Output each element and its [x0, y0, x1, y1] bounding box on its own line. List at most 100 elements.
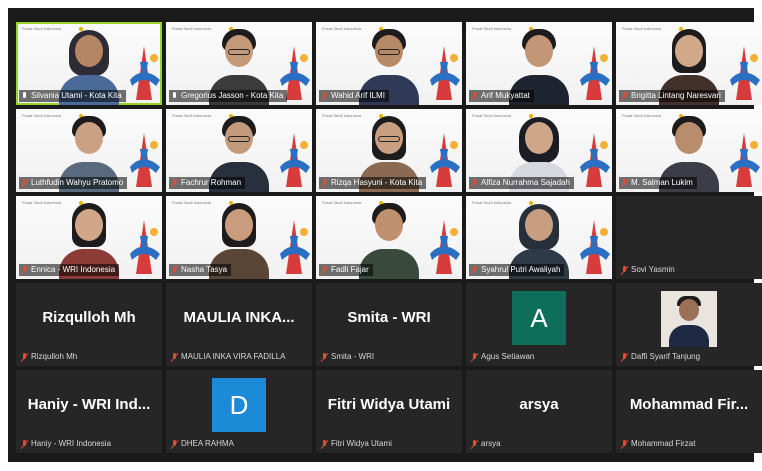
mic-muted-icon [471, 91, 478, 101]
participant-tile-syahrul-putri-awaliyah[interactable]: Pusat Studi Indonesia Syahrul Putri Awali… [466, 196, 612, 279]
video-gallery-window: Pusat Studi Indonesia Silvania Utami - Ko… [8, 8, 762, 462]
participant-name: Agus Setiawan [481, 352, 535, 361]
participant-tile-ennica-wri-indonesia[interactable]: Pusat Studi Indonesia Ennica - WRI Indone… [16, 196, 162, 279]
participant-name-label: Rizqa Hasyuni - Kota Kita [319, 177, 427, 189]
participant-name: Daffi Syarif Tanjung [631, 352, 701, 361]
participant-tile-wahid-arif-ilmi[interactable]: Pusat Studi Indonesia Wahid Arif ILMI [316, 22, 462, 105]
participant-tile-fitri-widya-utami[interactable]: Fitri Widya Utami Fitri Widya Utami [316, 370, 462, 453]
participant-display-name: Rizqulloh Mh [42, 309, 136, 326]
background-illustration [580, 133, 610, 187]
participant-name-label: Brigitta Lintang Naresvari [619, 90, 725, 102]
participant-name-label: Arif Mukyattat [469, 90, 534, 102]
participant-name-label: Wahid Arif ILMI [319, 90, 389, 102]
background-brand-text: Pusat Studi Indonesia [22, 113, 61, 118]
participant-name: M. Salman Lukim [631, 178, 693, 187]
background-illustration [430, 46, 460, 100]
background-brand-text: Pusat Studi Indonesia [172, 200, 211, 205]
participant-tile-rizqa-hasyuni-kota-kita[interactable]: Pusat Studi Indonesia Rizqa Hasyuni - Kot… [316, 109, 462, 192]
mic-muted-icon [621, 178, 628, 188]
participant-tile-brigitta-lintang-naresvari[interactable]: Pusat Studi Indonesia Brigitta Lintang Na… [616, 22, 762, 105]
background-illustration [730, 46, 760, 100]
avatar: D [212, 378, 266, 432]
participant-tile-m-salman-lukim[interactable]: Pusat Studi Indonesia M. Salman Lukim [616, 109, 762, 192]
participant-tile-smita-wri[interactable]: Smita - WRI Smita - WRI [316, 283, 462, 366]
participant-tile-maulia-inka-vira-fadilla[interactable]: MAULIA INKA... MAULIA INKA VIRA FADILLA [166, 283, 312, 366]
participant-tile-fachrur-rohman[interactable]: Pusat Studi Indonesia Fachrur Rohman [166, 109, 312, 192]
participant-name-label: Syahrul Putri Awaliyah [469, 264, 565, 276]
participant-tile-silvania-utami-kota-kita[interactable]: Pusat Studi Indonesia Silvania Utami - Ko… [16, 22, 162, 105]
participant-name: Alfiza Nurrahma Sajadah [481, 178, 570, 187]
participant-name-label: Smita - WRI [319, 351, 378, 363]
participant-tile-rizqulloh-mh[interactable]: Rizqulloh Mh Rizqulloh Mh [16, 283, 162, 366]
participant-display-name: Mohammad Fir... [629, 396, 749, 413]
background-brand-text: Pusat Studi Indonesia [22, 200, 61, 205]
participant-name: Haniy - WRI Indonesia [31, 439, 112, 448]
participant-tile-arif-mukyattat[interactable]: Pusat Studi Indonesia Arif Mukyattat [466, 22, 612, 105]
participant-display-name: Smita - WRI [347, 309, 431, 326]
background-illustration [580, 220, 610, 274]
participant-name: Syahrul Putri Awaliyah [481, 265, 561, 274]
participant-name-label: Fachrur Rohman [169, 177, 246, 189]
participant-name: Brigitta Lintang Naresvari [631, 91, 721, 100]
participant-name-label: Nasha Tasya [169, 264, 232, 276]
participant-name: DHEA RAHMA [181, 439, 234, 448]
mic-muted-icon [21, 352, 28, 362]
participant-name: Fachrur Rohman [181, 178, 242, 187]
participant-tile-sovi-yasmin[interactable]: Sovi Yasmin [616, 196, 762, 279]
background-brand-text: Pusat Studi Indonesia [172, 113, 211, 118]
mic-muted-icon [21, 265, 28, 275]
mic-muted-icon [321, 439, 328, 449]
participant-name-label: Gregorius Jasson - Kota Kita [169, 90, 288, 102]
participant-tile-fadli-fajar[interactable]: Pusat Studi Indonesia Fadli Fajar [316, 196, 462, 279]
participant-name-label: arsya [469, 438, 505, 450]
mic-muted-icon [321, 178, 328, 188]
participant-name: Wahid Arif ILMI [331, 91, 385, 100]
background-brand-text: Pusat Studi Indonesia [472, 200, 511, 205]
avatar [661, 291, 717, 347]
participant-name-label: Alfiza Nurrahma Sajadah [469, 177, 574, 189]
avatar: A [512, 291, 566, 345]
participant-tile-daffi-syarif-tanjung[interactable]: Daffi Syarif Tanjung [616, 283, 762, 366]
mic-muted-icon [621, 265, 628, 275]
background-brand-text: Pusat Studi Indonesia [472, 26, 511, 31]
participant-name-label: Haniy - WRI Indonesia [19, 438, 115, 450]
participant-tile-nasha-tasya[interactable]: Pusat Studi Indonesia Nasha Tasya [166, 196, 312, 279]
mic-muted-icon [21, 178, 28, 188]
participant-name: Nasha Tasya [181, 265, 228, 274]
mic-icon [171, 91, 178, 101]
participant-tile-haniy-wri-indonesia[interactable]: Haniy - WRI Ind... Haniy - WRI Indonesia [16, 370, 162, 453]
mic-muted-icon [171, 352, 178, 362]
participant-tile-agus-setiawan[interactable]: A Agus Setiawan [466, 283, 612, 366]
participant-tile-luthfudin-wahyu-pratomo[interactable]: Pusat Studi Indonesia Luthfudin Wahyu Pra… [16, 109, 162, 192]
mic-muted-icon [321, 352, 328, 362]
participant-tile-dhea-rahma[interactable]: D DHEA RAHMA [166, 370, 312, 453]
participant-tile-mohammad-firzat[interactable]: Mohammad Fir... Mohammad Firzat [616, 370, 762, 453]
background-brand-text: Pusat Studi Indonesia [622, 113, 661, 118]
mic-muted-icon [621, 439, 628, 449]
participant-name: Fadli Fajar [331, 265, 369, 274]
background-illustration [430, 220, 460, 274]
participant-name: Arif Mukyattat [481, 91, 530, 100]
participant-name: Rizqulloh Mh [31, 352, 78, 361]
participant-display-name: Fitri Widya Utami [327, 396, 451, 413]
participant-name: Silvania Utami - Kota Kita [31, 91, 122, 100]
mic-muted-icon [171, 178, 178, 188]
participant-name-label: DHEA RAHMA [169, 438, 238, 450]
background-brand-text: Pusat Studi Indonesia [622, 26, 661, 31]
participant-name: Fitri Widya Utami [331, 439, 392, 448]
participant-tile-arsya[interactable]: arsya arsya [466, 370, 612, 453]
mic-muted-icon [621, 91, 628, 101]
participant-tile-gregorius-jasson-kota-kita[interactable]: Pusat Studi Indonesia Gregorius Jasson - … [166, 22, 312, 105]
mic-muted-icon [621, 352, 628, 362]
background-brand-text: Pusat Studi Indonesia [172, 26, 211, 31]
participant-name-label: Rizqulloh Mh [19, 351, 81, 363]
participant-name: Gregorius Jasson - Kota Kita [181, 91, 284, 100]
participant-name: MAULIA INKA VIRA FADILLA [181, 352, 286, 361]
mic-muted-icon [321, 91, 328, 101]
mic-muted-icon [321, 265, 328, 275]
mic-muted-icon [471, 352, 478, 362]
background-brand-text: Pusat Studi Indonesia [22, 26, 61, 31]
participant-name-label: Mohammad Firzat [619, 438, 699, 450]
participant-tile-alfiza-nurrahma-sajadah[interactable]: Pusat Studi Indonesia Alfiza Nurrahma Saj… [466, 109, 612, 192]
participant-display-name: Haniy - WRI Ind... [27, 396, 151, 413]
